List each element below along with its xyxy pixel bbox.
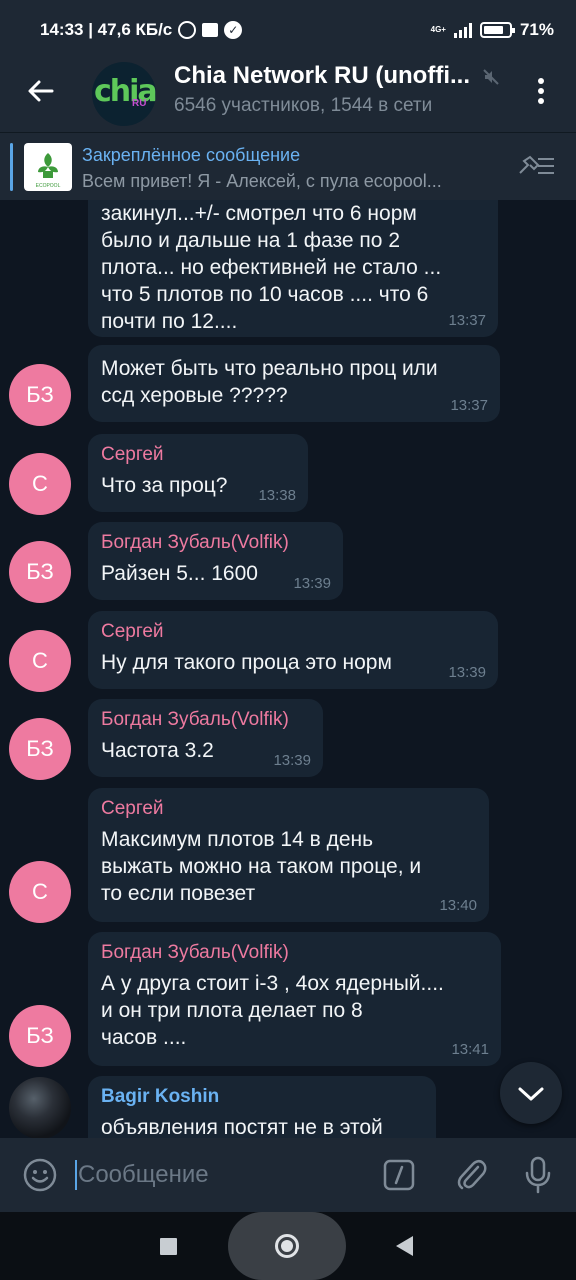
signal-icon <box>453 22 472 38</box>
avatar[interactable] <box>9 1077 71 1138</box>
system-nav-bar <box>0 1212 576 1280</box>
pinned-message-bar[interactable]: ECOPOOL Закреплённое сообщение Всем прив… <box>0 132 576 200</box>
message-time: 13:39 <box>293 575 331 592</box>
battery-percent: 71% <box>519 20 554 39</box>
avatar[interactable]: БЗ <box>9 541 71 603</box>
chat-subtitle: 6546 участников, 1544 в сети <box>174 95 433 116</box>
avatar[interactable]: С <box>9 861 71 923</box>
message-time: 13:39 <box>273 752 311 769</box>
message-bubble[interactable]: Bagir Koshin объявления постят не в этой <box>88 1076 436 1138</box>
status-right: 4G+ 71% <box>431 20 554 40</box>
message-bubble[interactable]: Богдан Зубаль(Volfik) Частота 3.2 13:39 <box>88 699 323 777</box>
battery-icon <box>479 22 515 38</box>
scroll-down-button[interactable] <box>500 1062 562 1124</box>
message-input-bar: Сообщение <box>0 1138 576 1212</box>
message-sender[interactable]: Bagir Koshin <box>101 1086 422 1108</box>
message-sender[interactable]: Богдан Зубаль(Volfik) <box>101 942 487 964</box>
message-text: объявления постят не в этой <box>101 1116 383 1138</box>
message-input[interactable]: Сообщение <box>78 1161 209 1189</box>
message-time: 13:37 <box>450 397 488 414</box>
avatar[interactable]: БЗ <box>9 364 71 426</box>
group-avatar[interactable]: chia RU <box>92 62 156 126</box>
muted-icon <box>483 69 499 85</box>
chevron-down-icon <box>518 1087 544 1101</box>
message-text: Максимум плотов 14 в день выжать можно н… <box>101 828 422 905</box>
ecopool-logo-icon: ECOPOOL <box>36 153 61 189</box>
status-time-speed: 14:33 | 47,6 КБ/с <box>40 20 173 39</box>
text-caret <box>75 1160 77 1190</box>
message-sender[interactable]: Сергей <box>101 444 294 466</box>
pinned-text: Всем привет! Я - Алексей, с пула ecopool… <box>82 171 442 191</box>
alarm-icon <box>178 21 197 39</box>
message-text: Может быть что реально проц или ссд херо… <box>101 357 438 407</box>
message-time: 13:38 <box>258 487 296 504</box>
message-time: 13:41 <box>451 1041 489 1058</box>
recents-button[interactable] <box>160 1238 177 1255</box>
home-icon <box>275 1234 299 1258</box>
more-menu-icon[interactable] <box>530 76 552 106</box>
message-sender[interactable]: Богдан Зубаль(Volfik) <box>101 532 329 554</box>
message-list[interactable]: закинул...+/- смотрел что 6 норм было и … <box>0 200 576 1138</box>
message-bubble[interactable]: Сергей Что за проц? 13:38 <box>88 434 308 512</box>
emoji-icon[interactable] <box>22 1157 58 1193</box>
group-avatar-badge: RU <box>132 98 147 109</box>
chat-title[interactable]: Chia Network RU (unoffi... <box>174 62 470 90</box>
pinned-thumb-label: ECOPOOL <box>36 183 61 189</box>
back-button[interactable] <box>396 1236 413 1256</box>
avatar[interactable]: БЗ <box>9 718 71 780</box>
message-time: 13:40 <box>439 897 477 914</box>
notification-icon <box>202 23 219 37</box>
message-bubble[interactable]: Может быть что реально проц или ссд херо… <box>88 345 500 422</box>
pinned-indicator <box>10 143 13 191</box>
microphone-icon[interactable] <box>522 1155 554 1195</box>
status-left: 14:33 | 47,6 КБ/с ✓ <box>40 20 243 40</box>
pinned-thumbnail: ECOPOOL <box>24 143 72 191</box>
home-button[interactable] <box>228 1212 346 1280</box>
check-icon: ✓ <box>224 21 243 39</box>
status-bar: 14:33 | 47,6 КБ/с ✓ 4G+ 71% <box>0 0 576 62</box>
message-text: Ну для такого проца это норм <box>101 651 392 674</box>
back-arrow-icon[interactable] <box>24 74 58 108</box>
message-bubble[interactable]: Сергей Ну для такого проца это норм 13:3… <box>88 611 498 689</box>
message-time: 13:37 <box>448 312 486 329</box>
message-sender[interactable]: Богдан Зубаль(Volfik) <box>101 709 309 731</box>
message-sender[interactable]: Сергей <box>101 621 484 643</box>
avatar[interactable]: БЗ <box>9 1005 71 1067</box>
message-bubble[interactable]: закинул...+/- смотрел что 6 норм было и … <box>88 200 498 337</box>
avatar[interactable]: С <box>9 453 71 515</box>
message-bubble[interactable]: Богдан Зубаль(Volfik) Райзен 5... 1600 1… <box>88 522 343 600</box>
message-sender[interactable]: Сергей <box>101 798 475 820</box>
message-text: А у друга стоит i-3 , 4ох ядерный.... и … <box>101 972 444 1049</box>
avatar[interactable]: С <box>9 630 71 692</box>
bot-commands-icon[interactable] <box>383 1159 415 1191</box>
message-time: 13:39 <box>448 664 486 681</box>
message-bubble[interactable]: Богдан Зубаль(Volfik) А у друга стоит i-… <box>88 932 501 1066</box>
chat-header: chia RU Chia Network RU (unoffi... 6546 … <box>0 62 576 132</box>
message-bubble[interactable]: Сергей Максимум плотов 14 в день выжать … <box>88 788 489 922</box>
pinned-title: Закреплённое сообщение <box>82 145 301 165</box>
attach-icon[interactable] <box>454 1157 488 1193</box>
network-type: 4G+ <box>430 25 446 34</box>
unpin-icon[interactable] <box>516 151 558 181</box>
message-text: закинул...+/- смотрел что 6 норм было и … <box>101 202 442 333</box>
